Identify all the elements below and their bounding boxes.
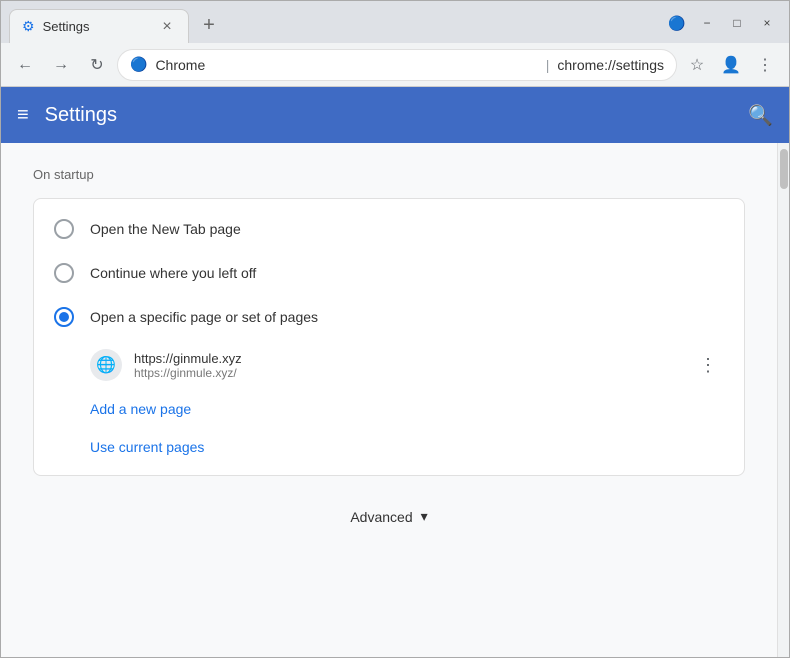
tab-strip: ⚙ Settings × +: [9, 9, 663, 43]
use-current-pages-link-container: Use current pages: [34, 429, 744, 467]
tab-title: Settings: [43, 19, 150, 34]
advanced-label[interactable]: Advanced: [350, 509, 412, 525]
hamburger-menu-button[interactable]: ≡: [17, 104, 29, 127]
navigation-bar: ← → ↻ 🔵 Chrome | chrome://settings ☆ 👤 ⋮: [1, 43, 789, 87]
scrollbar-thumb[interactable]: [780, 149, 788, 189]
radio-label-specific: Open a specific page or set of pages: [90, 309, 318, 325]
page-info: https://ginmule.xyz https://ginmule.xyz/: [134, 351, 680, 380]
radio-circle-continue: [54, 263, 74, 283]
add-page-link-container: Add a new page: [34, 391, 744, 429]
site-favicon-icon: 🔵: [130, 56, 147, 73]
settings-header-left: ≡ Settings: [17, 104, 117, 127]
page-menu-button[interactable]: ⋮: [692, 349, 724, 381]
tab-favicon-icon: ⚙: [22, 18, 35, 35]
startup-page-entry: 🌐 https://ginmule.xyz https://ginmule.xy…: [34, 339, 744, 391]
close-window-button[interactable]: ×: [753, 9, 781, 37]
startup-options-box: Open the New Tab page Continue where you…: [33, 198, 745, 476]
radio-circle-newtab: [54, 219, 74, 239]
radio-circle-specific: [54, 307, 74, 327]
site-name: Chrome: [155, 57, 537, 73]
settings-search-button[interactable]: 🔍: [748, 103, 773, 128]
tab-close-button[interactable]: ×: [158, 18, 176, 36]
content-area: On startup Open the New Tab page Continu…: [1, 143, 789, 657]
address-divider: |: [546, 57, 550, 73]
radio-option-newtab[interactable]: Open the New Tab page: [34, 207, 744, 251]
page-url-secondary: https://ginmule.xyz/: [134, 366, 680, 380]
reload-button[interactable]: ↻: [81, 49, 113, 81]
use-current-pages-link[interactable]: Use current pages: [90, 439, 204, 455]
title-bar: ⚙ Settings × + 🔵 − □ ×: [1, 1, 789, 43]
forward-button[interactable]: →: [45, 49, 77, 81]
settings-header: ≡ Settings 🔍: [1, 87, 789, 143]
extension-icon[interactable]: 🔵: [663, 9, 691, 37]
bookmark-button[interactable]: ☆: [681, 49, 713, 81]
page-url-primary: https://ginmule.xyz: [134, 351, 680, 366]
menu-button[interactable]: ⋮: [749, 49, 781, 81]
maximize-button[interactable]: □: [723, 9, 751, 37]
section-title: On startup: [33, 167, 745, 182]
address-url: chrome://settings: [557, 57, 664, 73]
settings-page-title: Settings: [45, 104, 117, 127]
settings-tab[interactable]: ⚙ Settings ×: [9, 9, 189, 43]
add-page-link[interactable]: Add a new page: [90, 401, 191, 417]
page-favicon-icon: 🌐: [90, 349, 122, 381]
scrollbar-track[interactable]: [777, 143, 789, 657]
radio-option-specific[interactable]: Open a specific page or set of pages: [34, 295, 744, 339]
profile-button[interactable]: 👤: [715, 49, 747, 81]
main-content: On startup Open the New Tab page Continu…: [1, 143, 777, 657]
address-bar[interactable]: 🔵 Chrome | chrome://settings: [117, 49, 677, 81]
radio-label-continue: Continue where you left off: [90, 265, 256, 281]
advanced-arrow-icon[interactable]: ▾: [421, 508, 428, 525]
advanced-section: Advanced ▾: [33, 484, 745, 549]
back-button[interactable]: ←: [9, 49, 41, 81]
minimize-button[interactable]: −: [693, 9, 721, 37]
new-tab-button[interactable]: +: [193, 9, 225, 41]
radio-label-newtab: Open the New Tab page: [90, 221, 241, 237]
nav-actions: ☆ 👤 ⋮: [681, 49, 781, 81]
radio-option-continue[interactable]: Continue where you left off: [34, 251, 744, 295]
